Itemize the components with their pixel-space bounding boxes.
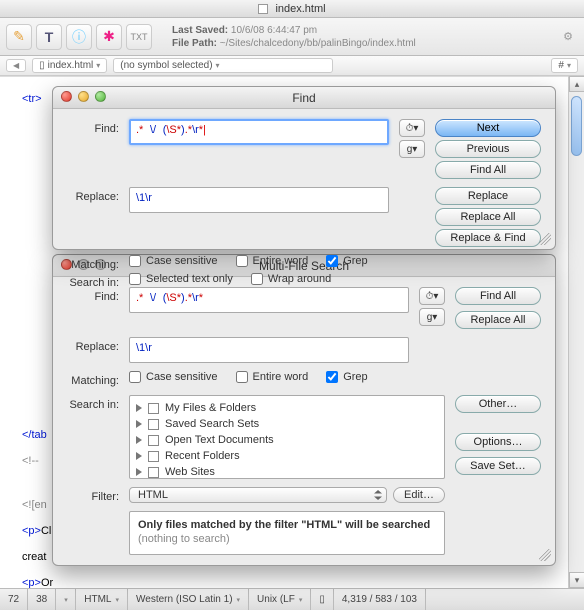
scroll-down-icon[interactable]: ▾ [569,572,584,588]
history-icon[interactable]: ⏱▾ [399,119,425,137]
grep-popup[interactable]: g▾ [399,140,425,158]
find-title: Find [292,91,315,105]
nav-doc[interactable]: ▯index.html▾ [32,58,107,73]
msearch-sources-list[interactable]: My Files & Folders Saved Search Sets Ope… [129,395,445,479]
replace-label: Replace: [67,187,119,203]
nav-symbol[interactable]: (no symbol selected)▾ [113,58,333,73]
file-path-label: File Path: [172,38,217,49]
replace-all-button[interactable]: Replace All [435,208,541,226]
vertical-scrollbar[interactable]: ▴ ▾ [568,76,584,588]
last-saved-label: Last Saved: [172,25,228,36]
msearch-other-button[interactable]: Other… [455,395,541,413]
msearch-replace-all-button[interactable]: Replace All [455,311,541,329]
window-titlebar[interactable]: index.html [0,0,584,18]
msearch-info-line2: (nothing to search) [138,533,230,545]
status-col: 38 [28,589,56,610]
info-icon[interactable]: ⓘ [66,24,92,50]
msearch-replace-label: Replace: [67,337,119,353]
replace-button[interactable]: Replace [435,187,541,205]
toolbar: ✎ T ⓘ ✱ TXT Last Saved: 10/6/08 6:44:47 … [0,18,584,56]
status-menu-icon[interactable]: ▾ [56,589,76,610]
search-in-label: Search in: [67,273,119,289]
close-icon[interactable] [61,91,72,102]
msearch-matching-label: Matching: [67,371,119,387]
msearch-edit-filter-button[interactable]: Edit… [393,487,445,503]
status-doc-stats: 4,319 / 583 / 103 [334,589,426,610]
previous-button[interactable]: Previous [435,140,541,158]
txt-icon[interactable]: TXT [126,24,152,50]
msearch-filter-label: Filter: [67,487,119,503]
document-icon [258,4,268,14]
find-input[interactable]: .* \/ (\S*).*\r*| [129,119,389,145]
msearch-info-line1: Only files matched by the filter "HTML" … [138,519,430,531]
msearch-searchin-label: Search in: [67,395,119,411]
list-item: Web Sites [136,464,438,480]
next-button[interactable]: Next [435,119,541,137]
list-item: Recent Folders [136,448,438,464]
find-label: Find: [67,119,119,135]
last-saved-value: 10/6/08 6:44:47 pm [231,25,317,36]
zoom-icon[interactable] [95,91,106,102]
wrap-around-checkbox[interactable]: Wrap around [251,273,331,285]
msearch-options-button[interactable]: Options… [455,433,541,451]
matching-label: Matching: [67,255,119,271]
selected-only-checkbox[interactable]: Selected text only [129,273,233,285]
gear-icon[interactable]: ⚙ [558,27,578,47]
file-path-value: ~/Sites/chalcedony/bb/palinBingo/index.h… [220,38,416,49]
minimize-icon[interactable] [78,91,89,102]
file-info: Last Saved: 10/6/08 6:44:47 pm File Path… [172,24,416,50]
msearch-info-box: Only files matched by the filter "HTML" … [129,511,445,555]
case-sensitive-checkbox[interactable]: Case sensitive [129,255,218,267]
replace-input[interactable]: \1\r [129,187,389,213]
grep-popup[interactable]: g▾ [419,308,445,326]
replace-find-button[interactable]: Replace & Find [435,229,541,247]
status-encoding[interactable]: Western (ISO Latin 1)▾ [128,589,249,610]
find-titlebar[interactable]: Find [53,87,555,109]
msearch-entire-word-checkbox[interactable]: Entire word [236,371,309,383]
msearch-save-set-button[interactable]: Save Set… [455,457,541,475]
status-line-endings[interactable]: Unix (LF▾ [249,589,311,610]
edit-icon[interactable]: ✎ [6,24,32,50]
status-language[interactable]: HTML▾ [76,589,128,610]
nav-back[interactable]: ◀ [6,59,26,72]
find-dialog: Find Find: .* \/ (\S*).*\r*| ⏱▾ g▾ Next … [52,86,556,250]
markup-icon[interactable]: ✱ [96,24,122,50]
msearch-replace-input[interactable]: \1\r [129,337,409,363]
text-options-icon[interactable]: T [36,24,62,50]
find-all-button[interactable]: Find All [435,161,541,179]
status-line: 72 [0,589,28,610]
entire-word-checkbox[interactable]: Entire word [236,255,309,267]
grep-checkbox[interactable]: Grep [326,255,367,267]
nav-hash[interactable]: #▾ [551,58,578,73]
resize-grip-icon[interactable] [539,233,551,245]
msearch-grep-checkbox[interactable]: Grep [326,371,367,383]
list-item: Saved Search Sets [136,416,438,432]
navigation-bar: ◀ ▯index.html▾ (no symbol selected)▾ #▾ [0,56,584,76]
scroll-up-icon[interactable]: ▴ [569,76,584,92]
status-bar: 72 38 ▾ HTML▾ Western (ISO Latin 1)▾ Uni… [0,588,584,610]
status-doc-icon[interactable]: ▯ [311,589,334,610]
msearch-filter-popup[interactable]: HTML [129,487,387,503]
resize-grip-icon[interactable] [539,549,551,561]
window-title: index.html [275,3,325,15]
list-item: Open Text Documents [136,432,438,448]
list-item: My Files & Folders [136,400,438,416]
msearch-case-checkbox[interactable]: Case sensitive [129,371,218,383]
scroll-thumb[interactable] [571,96,582,156]
